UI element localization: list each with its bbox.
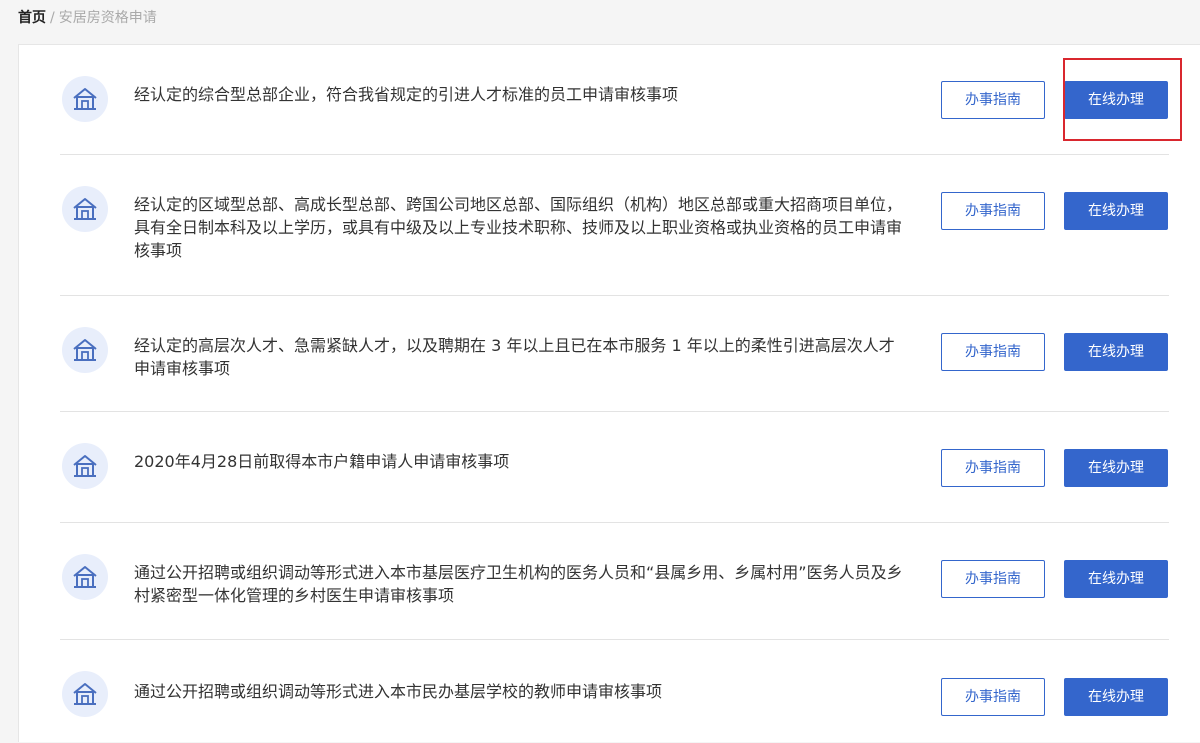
list-item: 通过公开招聘或组织调动等形式进入本市民办基层学校的教师申请审核事项 办事指南 在…: [60, 640, 1169, 743]
breadcrumb-current: 安居房资格申请: [58, 10, 157, 26]
house-icon: [62, 443, 108, 489]
list-item: 2020年4月28日前取得本市户籍申请人申请审核事项 办事指南 在线办理: [60, 412, 1169, 523]
online-apply-button[interactable]: 在线办理: [1064, 192, 1168, 230]
list-item: 经认定的区域型总部、高成长型总部、跨国公司地区总部、国际组织（机构）地区总部或重…: [60, 155, 1169, 296]
house-icon: [62, 76, 108, 122]
list-item: 经认定的综合型总部企业，符合我省规定的引进人才标准的员工申请审核事项 办事指南 …: [60, 45, 1169, 155]
breadcrumb: 首页 / 安居房资格申请: [18, 8, 157, 28]
item-title: 通过公开招聘或组织调动等形式进入本市民办基层学校的教师申请审核事项: [134, 682, 663, 701]
guide-button[interactable]: 办事指南: [941, 333, 1045, 371]
online-apply-button[interactable]: 在线办理: [1064, 678, 1168, 716]
application-list-panel: 经认定的综合型总部企业，符合我省规定的引进人才标准的员工申请审核事项 办事指南 …: [18, 44, 1200, 742]
guide-button[interactable]: 办事指南: [941, 81, 1045, 119]
item-title: 通过公开招聘或组织调动等形式进入本市基层医疗卫生机构的医务人员和“县属乡用、乡属…: [134, 563, 903, 605]
house-icon: [62, 671, 108, 717]
item-title: 经认定的综合型总部企业，符合我省规定的引进人才标准的员工申请审核事项: [134, 85, 679, 104]
online-apply-button[interactable]: 在线办理: [1064, 449, 1168, 487]
guide-button[interactable]: 办事指南: [941, 678, 1045, 716]
online-apply-button[interactable]: 在线办理: [1064, 81, 1168, 119]
guide-button[interactable]: 办事指南: [941, 192, 1045, 230]
breadcrumb-home[interactable]: 首页: [18, 10, 46, 26]
breadcrumb-separator: /: [50, 10, 55, 26]
item-title: 2020年4月28日前取得本市户籍申请人申请审核事项: [134, 452, 510, 471]
house-icon: [62, 186, 108, 232]
list-item: 经认定的高层次人才、急需紧缺人才，以及聘期在 3 年以上且已在本市服务 1 年以…: [60, 296, 1169, 412]
house-icon: [62, 554, 108, 600]
online-apply-button[interactable]: 在线办理: [1064, 333, 1168, 371]
list-item: 通过公开招聘或组织调动等形式进入本市基层医疗卫生机构的医务人员和“县属乡用、乡属…: [60, 523, 1169, 640]
item-title: 经认定的高层次人才、急需紧缺人才，以及聘期在 3 年以上且已在本市服务 1 年以…: [134, 336, 895, 378]
item-title: 经认定的区域型总部、高成长型总部、跨国公司地区总部、国际组织（机构）地区总部或重…: [134, 195, 903, 260]
guide-button[interactable]: 办事指南: [941, 560, 1045, 598]
online-apply-button[interactable]: 在线办理: [1064, 560, 1168, 598]
guide-button[interactable]: 办事指南: [941, 449, 1045, 487]
house-icon: [62, 327, 108, 373]
